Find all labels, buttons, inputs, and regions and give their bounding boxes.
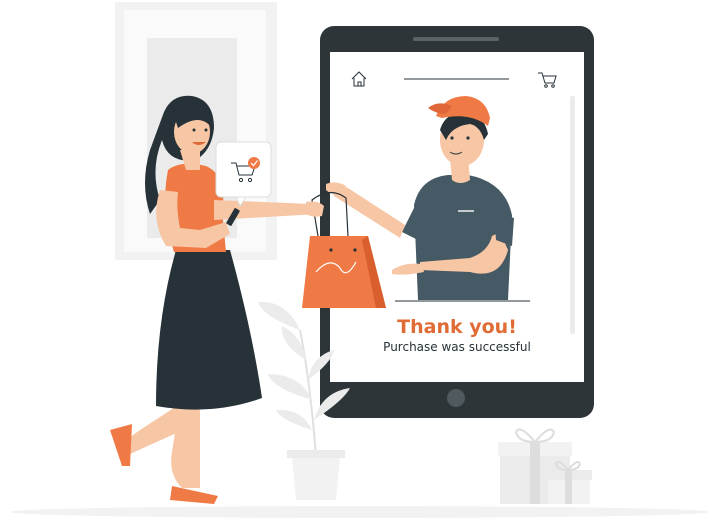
home-button-icon[interactable] — [447, 389, 465, 407]
cart-check-icon — [215, 141, 272, 208]
floor-shadow — [10, 506, 707, 518]
screen-scrollbar[interactable] — [570, 96, 575, 334]
purchase-success-message: Purchase was successful — [383, 340, 531, 354]
illustration-stage: Thank you! Purchase was successful — [0, 0, 707, 519]
thank-you-illustration — [10, 2, 707, 518]
gift-boxes — [498, 428, 592, 504]
thank-you-title: Thank you! — [397, 316, 517, 338]
